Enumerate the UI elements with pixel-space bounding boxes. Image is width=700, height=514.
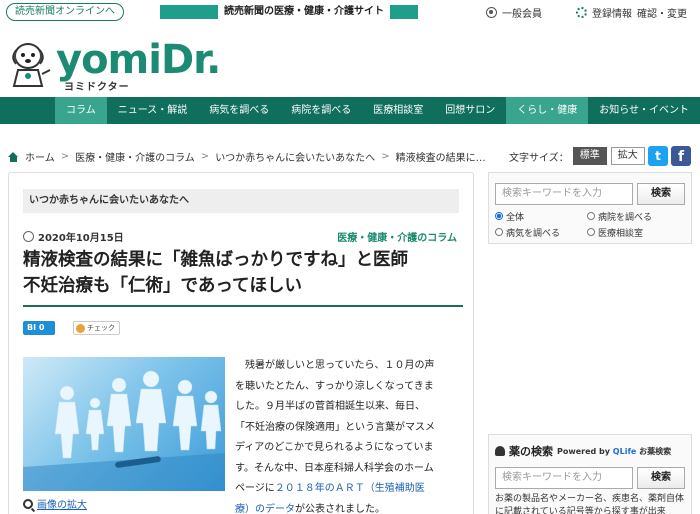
nav-salon[interactable]: 回想サロン xyxy=(434,97,506,124)
text-size-large-button[interactable]: 拡大 xyxy=(610,147,645,165)
body-line: した。９月半ばの菅首相誕生以来、毎日、 xyxy=(235,401,425,412)
site-banner-text: 読売新聞の医療・健康・介護サイト xyxy=(218,5,390,19)
drug-search-powered: Powered by QLife お薬検索 xyxy=(557,446,672,456)
breadcrumb-home[interactable]: ホーム xyxy=(25,149,55,164)
headline-line-2: 不妊治療も「仁術」であってほしい xyxy=(23,276,302,296)
top-bar: 読売新聞オンラインへ 読売新聞の医療・健康・介護サイト 一般会員 登録情報 確認… xyxy=(0,0,700,24)
body-tail: が公表されました。 xyxy=(295,503,385,514)
paper-people-illustration xyxy=(23,370,225,491)
qlife-brand: QLife xyxy=(612,446,637,456)
logo-text: yomiDr. ヨミドクター xyxy=(56,37,221,93)
headline-line-1: 精液検査の結果に「雑魚ばっかりですね」と医師 xyxy=(23,250,408,270)
gear-icon xyxy=(576,7,587,18)
radio-label: 医療相談室 xyxy=(598,228,644,239)
body-line: す。そんな中、日本産科婦人科学会のホーム xyxy=(235,462,434,474)
article-photo[interactable] xyxy=(23,357,225,491)
breadcrumb-series[interactable]: いつか赤ちゃんに会いたいあなたへ xyxy=(215,149,375,164)
search-scope-radios: 全体 病院を調べる 病気を調べる 医療相談室 xyxy=(495,209,691,239)
register-info-link[interactable]: 登録情報 確認・変更 xyxy=(576,5,687,20)
site-search-input[interactable]: 検索キーワードを入力 xyxy=(495,183,633,205)
breadcrumb-separator: > xyxy=(200,151,210,162)
body-line: 「不妊治療の保険適用」という言葉がマスメ xyxy=(235,421,435,433)
nav-news[interactable]: ニュース・解説 xyxy=(107,97,199,124)
scope-hospital-radio[interactable]: 病院を調べる xyxy=(587,209,687,223)
breadcrumb-columns[interactable]: 医療・健康・介護のコラム xyxy=(75,149,195,164)
scope-all-radio[interactable]: 全体 xyxy=(495,209,587,223)
clock-icon xyxy=(23,231,34,242)
logo-wordmark: yomiDr. xyxy=(56,37,221,83)
art-data-link[interactable]: ２０１８年のＡＲＴ（生殖補助医 xyxy=(275,483,425,494)
radio-icon xyxy=(587,212,595,220)
body-line: 療）のデータが公表されました。 xyxy=(235,500,463,514)
scope-disease-radio[interactable]: 病気を調べる xyxy=(495,225,587,239)
breadcrumb-separator: > xyxy=(381,151,390,162)
bi-count-badge[interactable]: BI 0 xyxy=(23,321,55,335)
breadcrumb: ホーム > 医療・健康・介護のコラム > いつか赤ちゃんに会いたいあなたへ > … xyxy=(8,149,486,164)
article-date-text: 2020年10月15日 xyxy=(38,233,124,244)
site-logo[interactable]: yomiDr. ヨミドクター xyxy=(8,37,221,93)
drug-search-button[interactable]: 検索 xyxy=(637,467,685,489)
check-icon xyxy=(76,323,85,333)
radio-icon xyxy=(587,228,595,236)
article-body: 残暑が厳しいと思っていたら、１０月の声 を聴いたとたん、すっかり涼しくなってきま… xyxy=(235,356,463,514)
radio-label: 病気を調べる xyxy=(506,228,561,239)
nav-consultation[interactable]: 医療相談室 xyxy=(362,97,434,124)
yomiuri-online-link[interactable]: 読売新聞オンラインへ xyxy=(6,3,124,21)
twitter-share-icon[interactable]: t xyxy=(648,146,668,166)
drug-search-input[interactable]: 検索キーワードを入力 xyxy=(495,467,633,489)
article-date: 2020年10月15日 xyxy=(23,229,124,244)
radio-icon xyxy=(495,228,503,236)
text-size-label: 文字サイズ： xyxy=(509,152,569,164)
series-title[interactable]: いつか赤ちゃんに会いたいあなたへ xyxy=(23,189,459,213)
dog-doctor-mascot-icon xyxy=(12,43,51,87)
enlarge-image-label: 画像の拡大 xyxy=(37,500,87,511)
drug-search-box: 薬の検索 Powered by QLife お薬検索 検索キーワードを入力 検索… xyxy=(488,434,692,514)
site-search-box: 検索キーワードを入力 検索 全体 病院を調べる 病気を調べる 医療相談室 xyxy=(488,172,692,244)
nav-lifestyle[interactable]: くらし・健康 xyxy=(506,97,589,124)
zoom-icon xyxy=(23,498,33,509)
drug-search-title: 薬の検索 Powered by QLife お薬検索 xyxy=(495,443,671,459)
sidebar-ad-space xyxy=(488,252,692,422)
qlife-brand-tail: お薬検索 xyxy=(639,446,672,456)
drug-search-heading: 薬の検索 xyxy=(509,445,553,458)
text-size-control: 文字サイズ： 標準 拡大 xyxy=(509,147,645,165)
radio-label: 病院を調べる xyxy=(598,212,653,223)
register-label: 登録情報 xyxy=(592,9,632,20)
drug-search-description: お薬の製品名やメーカー名、疾患名、薬剤自体に記載されている記号等から探す事が出来 xyxy=(495,494,685,514)
site-search-button[interactable]: 検索 xyxy=(637,183,685,205)
check-badge-label: チェック xyxy=(87,324,115,332)
facebook-share-icon[interactable]: f xyxy=(671,146,691,166)
nav-diseases[interactable]: 病気を調べる xyxy=(198,97,280,124)
breadcrumb-separator: > xyxy=(60,151,70,162)
body-line: を聴いたとたん、すっかり涼しくなってきま xyxy=(235,380,434,392)
main-nav: コラム ニュース・解説 病気を調べる 病院を調べる 医療相談室 回想サロン くら… xyxy=(0,97,700,124)
text-size-standard-button[interactable]: 標準 xyxy=(572,147,607,165)
body-line-text: ページに xyxy=(235,483,275,494)
body-line: 残暑が厳しいと思っていたら、１０月の声 xyxy=(235,360,435,371)
body-line: ページに２０１８年のＡＲＴ（生殖補助医 xyxy=(235,479,463,500)
body-line: ディアのどこかで見られるようになっていま xyxy=(235,442,434,453)
user-icon xyxy=(486,7,497,18)
site-banner: 読売新聞の医療・健康・介護サイト xyxy=(160,5,418,19)
enlarge-image-link[interactable]: 画像の拡大 xyxy=(23,496,87,511)
article-category[interactable]: 医療・健康・介護のコラム xyxy=(337,229,457,244)
nav-events[interactable]: お知らせ・イベント xyxy=(588,97,700,124)
article-card: いつか赤ちゃんに会いたいあなたへ 2020年10月15日 医療・健康・介護のコラ… xyxy=(8,172,474,514)
home-icon xyxy=(8,151,19,162)
radio-icon xyxy=(495,212,503,220)
register-sub: 確認・変更 xyxy=(637,9,687,20)
art-data-link-cont[interactable]: 療）のデータ xyxy=(235,504,295,514)
pill-icon xyxy=(495,446,505,456)
scope-consultation-radio[interactable]: 医療相談室 xyxy=(587,225,687,239)
member-label: 一般会員 xyxy=(502,9,542,20)
article-headline: 精液検査の結果に「雑魚ばっかりですね」と医師 不妊治療も「仁術」であってほしい xyxy=(23,247,463,307)
nav-columns[interactable]: コラム xyxy=(55,97,107,124)
nav-hospitals[interactable]: 病院を調べる xyxy=(280,97,362,124)
breadcrumb-current: 精液検査の結果に… xyxy=(395,153,486,164)
check-badge[interactable]: チェック xyxy=(73,321,120,335)
radio-label: 全体 xyxy=(506,212,525,223)
member-status[interactable]: 一般会員 xyxy=(486,5,542,20)
